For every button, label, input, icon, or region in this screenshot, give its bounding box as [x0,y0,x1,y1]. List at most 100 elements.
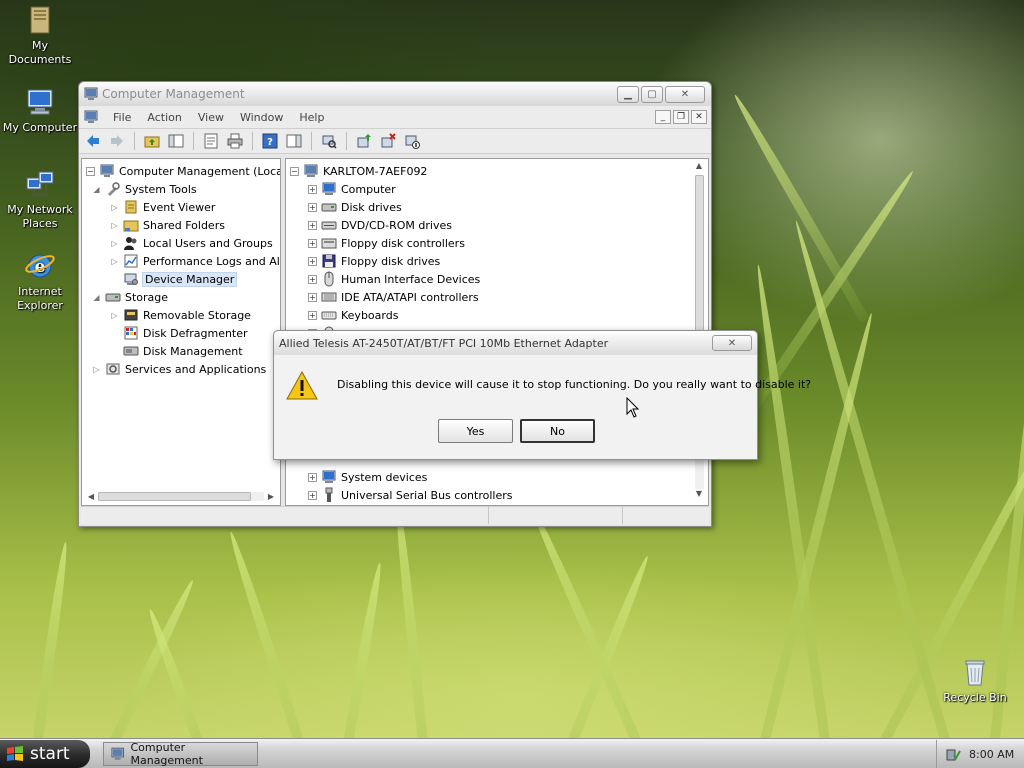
tree-item-device-manager[interactable]: Device Manager [123,270,238,288]
menu-help[interactable]: Help [291,111,332,124]
system-devices-icon [322,470,336,483]
scan-hardware-button[interactable] [319,131,339,151]
expand-triangle-icon[interactable]: ▷ [92,365,101,374]
device-category-keyboards[interactable]: + Keyboards [308,306,398,324]
expand-icon[interactable]: + [308,256,317,266]
update-driver-button[interactable] [354,131,374,151]
expand-triangle-icon[interactable]: ▷ [110,257,119,266]
yes-button[interactable]: Yes [438,419,513,443]
tree-item-disk-management[interactable]: Disk Management [123,342,243,360]
tree-item-storage[interactable]: ◢ Storage [92,288,168,306]
tree-item-removable-storage[interactable]: ▷ Removable Storage [110,306,251,324]
expand-icon[interactable]: + [308,238,317,248]
network-icon [26,171,54,196]
uninstall-button[interactable] [378,131,398,151]
tree-item-event-viewer[interactable]: ▷ Event Viewer [110,198,215,216]
desktop-icon-my-computer[interactable]: My Computer [0,86,80,135]
mmc-document-icon[interactable] [83,109,99,125]
scroll-down-icon[interactable]: ▼ [696,489,702,503]
no-button[interactable]: No [520,419,595,443]
tree-item-local-users-groups[interactable]: ▷ Local Users and Groups [110,234,273,252]
expand-triangle-icon[interactable]: ▷ [110,221,119,230]
tree-item-system-tools[interactable]: ◢ System Tools [92,180,197,198]
menu-file[interactable]: File [105,111,139,124]
console-tree-icon [168,134,184,148]
print-button[interactable] [225,131,245,151]
device-category-ide-controllers[interactable]: + IDE ATA/ATAPI controllers [308,288,479,306]
show-hide-tree-button[interactable] [166,131,186,151]
expand-icon[interactable]: + [308,220,317,230]
tree-item-disk-defragmenter[interactable]: Disk Defragmenter [123,324,248,342]
disk-drive-icon [321,203,337,212]
scroll-thumb[interactable] [694,175,704,339]
device-category-computer[interactable]: + Computer [308,180,396,198]
collapse-icon[interactable]: − [86,166,95,176]
expand-icon[interactable]: + [308,274,317,284]
back-button[interactable] [83,131,103,151]
up-one-level-button[interactable] [142,131,162,151]
scroll-right-icon[interactable]: ▶ [264,492,278,501]
expand-icon[interactable]: + [308,292,317,302]
device-category-hid[interactable]: + Human Interface Devices [308,270,480,288]
device-category-floppy-controllers[interactable]: + Floppy disk controllers [308,234,465,252]
start-button[interactable]: start [0,740,90,768]
expand-triangle-icon[interactable]: ▷ [110,239,119,248]
help-button[interactable]: ? [260,131,280,151]
expand-icon[interactable]: + [308,490,317,500]
device-category-floppy-drives[interactable]: + Floppy disk drives [308,252,440,270]
clock[interactable]: 8:00 AM [969,748,1014,761]
tree-item-services-applications[interactable]: ▷ Services and Applications [92,360,266,378]
console-tree-pane[interactable]: − Computer Management (Local) ◢ System T… [81,158,281,506]
child-restore-button[interactable]: ❐ [673,110,689,124]
scroll-thumb[interactable] [98,491,251,501]
collapse-triangle-icon[interactable]: ◢ [92,293,101,302]
forward-button[interactable] [107,131,127,151]
expand-icon[interactable]: + [308,184,317,194]
menu-action[interactable]: Action [139,111,189,124]
expand-triangle-icon[interactable]: ▷ [110,311,119,320]
desktop-icon-recycle-bin[interactable]: Recycle Bin [935,656,1015,705]
disable-button[interactable] [402,131,422,151]
collapse-triangle-icon[interactable]: ◢ [92,185,101,194]
expand-icon[interactable]: + [308,202,317,212]
desktop-icon-my-documents[interactable]: My Documents [0,4,80,67]
menu-view[interactable]: View [190,111,232,124]
collapse-icon[interactable]: − [290,166,299,176]
child-close-button[interactable]: ✕ [691,110,707,124]
forward-arrow-icon [111,135,123,147]
device-category-usb-controllers[interactable]: + Universal Serial Bus controllers [308,486,512,504]
expand-triangle-icon[interactable]: ▷ [110,203,119,212]
maximize-icon: ▢ [647,88,657,100]
minimize-button[interactable]: ▁ [617,85,639,103]
desktop-icon-my-network-places[interactable]: My Network Places [0,168,80,231]
window-titlebar[interactable]: Computer Management ▁ ▢ ✕ [79,82,711,106]
device-category-system-devices[interactable]: + System devices [308,468,427,486]
tree-item-shared-folders[interactable]: ▷ Shared Folders [110,216,225,234]
device-root[interactable]: − KARLTOM-7AEF092 [290,162,427,180]
desktop-icon-internet-explorer[interactable]: e Internet Explorer [0,250,80,313]
taskbar-item-computer-management[interactable]: Computer Management [103,741,258,767]
tree-horizontal-scrollbar[interactable]: ◀ ▶ [84,489,278,503]
expand-icon[interactable]: + [308,472,317,482]
show-hide-action-pane-button[interactable] [284,131,304,151]
device-category-dvd-cdrom[interactable]: + DVD/CD-ROM drives [308,216,452,234]
maximize-button[interactable]: ▢ [641,85,663,103]
expand-icon[interactable]: + [308,310,317,320]
dialog-titlebar[interactable]: Allied Telesis AT-2450T/AT/BT/FT PCI 10M… [274,331,757,355]
scroll-left-icon[interactable]: ◀ [84,492,98,501]
tree-item-performance-logs[interactable]: ▷ Performance Logs and Alert [110,252,280,270]
properties-button[interactable] [201,131,221,151]
menu-window[interactable]: Window [232,111,291,124]
menu-bar: File Action View Window Help _ ❐ ✕ [79,106,711,128]
device-manager-icon [124,273,138,285]
close-button[interactable]: ✕ [665,85,705,103]
disable-device-icon [405,135,420,149]
safely-remove-hardware-icon[interactable] [945,746,961,762]
folder-documents-icon [30,6,50,34]
scroll-up-icon[interactable]: ▲ [696,161,702,175]
dialog-close-button[interactable]: ✕ [712,335,752,351]
tree-item-computer-management[interactable]: − Computer Management (Local) [86,162,280,180]
update-driver-icon [357,134,371,148]
child-minimize-button[interactable]: _ [655,110,671,124]
device-category-disk-drives[interactable]: + Disk drives [308,198,402,216]
